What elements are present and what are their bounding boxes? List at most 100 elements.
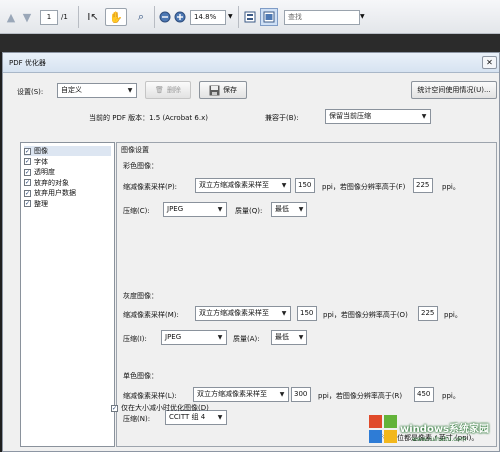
- search-input[interactable]: 查找: [284, 10, 360, 25]
- zoom-in-icon[interactable]: [173, 8, 187, 26]
- gray-compression-select[interactable]: JPEG ▼: [161, 330, 227, 345]
- windows-logo-icon: [369, 415, 397, 443]
- gray-quality-select[interactable]: 最低 ▼: [271, 330, 307, 345]
- chevron-down-icon: ▼: [421, 113, 427, 120]
- gray-compression-value: JPEG: [165, 333, 182, 341]
- toolbar-divider: [154, 6, 155, 28]
- zoom-out-icon[interactable]: [158, 8, 172, 26]
- gray-downsample-label: 缩减像素采样(M):: [123, 311, 179, 319]
- mono-compression-value: CCITT 组 4: [169, 413, 206, 421]
- hand-tool-icon[interactable]: ✋: [105, 8, 127, 26]
- gray-threshold-input[interactable]: 225: [418, 306, 438, 321]
- gray-ppi-text: ppi，若图像分辨率高于(O): [323, 311, 408, 319]
- watermark-brand: windows系统家园: [400, 424, 490, 435]
- chevron-down-icon: ▼: [281, 182, 287, 189]
- trash-icon: 🗑: [155, 86, 164, 94]
- audit-space-usage-label: 统计空间使用情况(U)...: [417, 86, 491, 94]
- settings-value: 自定义: [61, 86, 82, 94]
- chevron-down-icon: ▼: [281, 310, 287, 317]
- zoom-dropdown-icon[interactable]: ▼: [228, 13, 233, 20]
- marquee-zoom-icon[interactable]: ⌕: [131, 8, 151, 26]
- mono-downsample-label: 缩减像素采样(L):: [123, 392, 177, 400]
- gray-images-heading: 灰度图像：: [123, 292, 158, 300]
- checkbox-checked-icon[interactable]: ✓: [24, 147, 31, 155]
- compatibility-select[interactable]: 保留当前压缩 ▼: [325, 109, 431, 124]
- color-ppi-unit: ppi。: [442, 183, 460, 191]
- color-threshold-input[interactable]: 225: [413, 178, 433, 193]
- color-downsample-label: 缩减像素采样(P):: [123, 183, 178, 191]
- optimize-only-if-smaller-label: 仅在大小减小时优化图像(D): [121, 404, 209, 412]
- color-compression-value: JPEG: [167, 205, 184, 213]
- color-compression-label: 压缩(C):: [123, 207, 150, 215]
- mono-images-heading: 单色图像：: [123, 372, 158, 380]
- checkbox-checked-icon[interactable]: ✓: [24, 200, 31, 207]
- delete-button[interactable]: 🗑 删除: [145, 81, 191, 99]
- previous-page-icon[interactable]: ▲: [4, 8, 18, 26]
- chevron-down-icon: ▼: [127, 87, 133, 94]
- image-settings-title: 图像设置: [121, 146, 149, 154]
- color-downsample-select[interactable]: 双立方缩减像素采样至 ▼: [195, 178, 291, 193]
- toolbar-divider: [238, 6, 239, 28]
- mono-ppi-input[interactable]: 300: [291, 387, 311, 402]
- page-number-input[interactable]: 1: [40, 10, 58, 25]
- optimize-only-if-smaller-checkbox[interactable]: ✓ 仅在大小减小时优化图像(D): [111, 403, 209, 413]
- document-background: [0, 34, 500, 52]
- gray-ppi-unit: ppi。: [444, 311, 462, 319]
- audit-space-usage-button[interactable]: 统计空间使用情况(U)...: [411, 81, 497, 99]
- pdf-optimizer-dialog: PDF 优化器 ✕ 设置(S): 自定义 ▼ 🗑 删除 保存 统计空间使用情况(…: [2, 52, 500, 452]
- checkbox-checked-icon[interactable]: ✓: [24, 179, 31, 186]
- compatibility-label: 兼容于(B):: [265, 114, 299, 122]
- gray-downsample-select[interactable]: 双立方缩减像素采样至 ▼: [195, 306, 291, 321]
- dialog-titlebar: PDF 优化器 ✕: [3, 53, 499, 73]
- color-ppi-input[interactable]: 150: [295, 178, 315, 193]
- category-item[interactable]: ✓ 放弃的对象: [24, 178, 69, 188]
- gray-ppi-input[interactable]: 150: [297, 306, 317, 321]
- category-item[interactable]: ✓ 透明度: [24, 167, 55, 177]
- category-item[interactable]: ✓ 图像: [24, 146, 111, 156]
- gray-quality-label: 质量(A):: [233, 335, 260, 343]
- toolbar: ▲ ▼ 1 /1 I↖ ✋ ⌕ 14.8% ▼ 查找 ▼: [0, 0, 500, 34]
- category-item[interactable]: ✓ 整理: [24, 199, 48, 209]
- color-compression-select[interactable]: JPEG ▼: [163, 202, 227, 217]
- select-tool-icon[interactable]: I↖: [83, 8, 103, 26]
- gray-downsample-value: 双立方缩减像素采样至: [199, 309, 269, 317]
- watermark-url: www.ruihaitu.com: [412, 436, 467, 443]
- dialog-title: PDF 优化器: [9, 59, 46, 67]
- checkbox-checked-icon[interactable]: ✓: [24, 168, 31, 176]
- chevron-down-icon: ▼: [217, 414, 223, 421]
- chevron-down-icon: ▼: [279, 391, 285, 398]
- category-label: 透明度: [34, 168, 55, 176]
- zoom-level-input[interactable]: 14.8%: [190, 10, 226, 25]
- floppy-disk-icon: [209, 85, 220, 95]
- mono-downsample-select[interactable]: 双立方缩减像素采样至 ▼: [193, 387, 289, 402]
- save-button[interactable]: 保存: [199, 81, 247, 99]
- category-item[interactable]: ✓ 字体: [24, 157, 48, 167]
- search-dropdown-icon[interactable]: ▼: [360, 13, 365, 20]
- color-quality-select[interactable]: 最低 ▼: [271, 202, 307, 217]
- checkbox-checked-icon[interactable]: ✓: [24, 189, 31, 197]
- toolbar-divider: [78, 6, 79, 28]
- fit-page-icon[interactable]: [242, 8, 258, 26]
- checkbox-checked-icon: ✓: [111, 404, 118, 412]
- color-quality-label: 质量(Q):: [235, 207, 263, 215]
- chevron-down-icon: ▼: [217, 334, 223, 341]
- color-images-heading: 彩色图像：: [123, 162, 158, 170]
- checkbox-checked-icon[interactable]: ✓: [24, 158, 31, 165]
- category-label: 整理: [34, 199, 48, 208]
- settings-select[interactable]: 自定义 ▼: [57, 83, 137, 98]
- color-quality-value: 最低: [275, 205, 289, 213]
- watermark-logo: windows系统家园 www.ruihaitu.com: [360, 396, 500, 452]
- category-item[interactable]: ✓ 放弃用户数据: [24, 188, 76, 198]
- mono-downsample-value: 双立方缩减像素采样至: [197, 390, 267, 398]
- color-ppi-text: ppi，若图像分辨率高于(F): [322, 183, 406, 191]
- next-page-icon[interactable]: ▼: [20, 8, 34, 26]
- fit-width-icon[interactable]: [260, 8, 278, 26]
- gray-quality-value: 最低: [275, 333, 289, 341]
- category-label: 字体: [34, 157, 48, 166]
- chevron-down-icon: ▼: [298, 206, 304, 213]
- close-icon[interactable]: ✕: [482, 56, 497, 69]
- category-label: 图像: [34, 147, 48, 155]
- category-label: 放弃的对象: [34, 178, 69, 187]
- gray-compression-label: 压缩(I):: [123, 335, 147, 343]
- category-list: ✓ 图像 ✓ 字体 ✓ 透明度 ✓ 放弃的对象 ✓ 放弃用户数据 ✓ 整理: [20, 142, 115, 447]
